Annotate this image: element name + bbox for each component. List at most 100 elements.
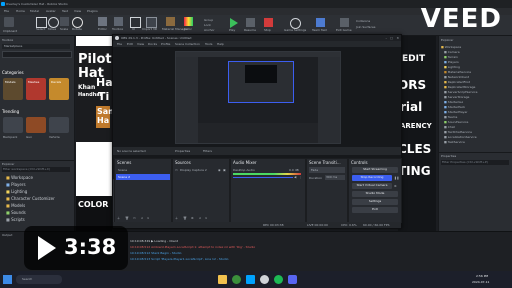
tree-item-scripts[interactable]: ■ Scripts (6, 217, 25, 222)
spotify-icon[interactable] (274, 275, 283, 284)
source-properties-button[interactable]: Properties (175, 149, 190, 153)
file-explorer-icon[interactable] (218, 275, 227, 284)
scene-up-icon[interactable]: ∧ (141, 216, 143, 220)
obs-menu-file[interactable]: File (117, 42, 122, 46)
lock-label[interactable]: Lock (204, 23, 211, 27)
settings-button[interactable]: Settings (352, 199, 398, 205)
panel-divider (439, 152, 512, 153)
tree-item-customizer[interactable]: ■ Character Customizer (6, 196, 55, 201)
speaker-icon[interactable]: ◀ (294, 175, 296, 179)
menu-avatar[interactable]: Avatar (46, 9, 56, 13)
source-down-icon[interactable]: ∨ (205, 216, 207, 220)
resume-icon[interactable] (246, 18, 255, 27)
menu-model[interactable]: Model (30, 9, 39, 13)
tree-item-models[interactable]: ■ Models (6, 203, 25, 208)
roblox-studio-icon[interactable] (246, 275, 255, 284)
menu-test[interactable]: Test (62, 9, 68, 13)
obs-menu-edit[interactable]: Edit (127, 42, 133, 46)
source-settings-icon[interactable]: ⚙ (191, 216, 194, 220)
source-filters-button[interactable]: Filters (203, 149, 212, 153)
scene-down-icon[interactable]: ∨ (147, 216, 149, 220)
obs-menu-tools[interactable]: Tools (205, 42, 212, 46)
tree-item-players[interactable]: ■ Players (6, 182, 26, 187)
obs-taskbar-icon[interactable] (260, 275, 269, 284)
add-scene-icon[interactable]: ＋ (117, 216, 120, 220)
scene-item-selected[interactable]: Scene 2 (116, 174, 170, 180)
tree-label: Sounds (11, 210, 26, 215)
taskbar-search[interactable]: Search (16, 275, 62, 284)
team-test-icon[interactable] (316, 18, 325, 27)
obs-menu-docks[interactable]: Docks (148, 42, 157, 46)
obs-menu-profile[interactable]: Profile (161, 42, 170, 46)
tree-item-lighting[interactable]: ■ Lighting (6, 189, 27, 194)
menu-file[interactable]: File (4, 9, 9, 13)
toolbox-icon[interactable] (114, 17, 123, 26)
play-icon[interactable] (38, 236, 56, 260)
source-up-icon[interactable]: ∧ (199, 216, 201, 220)
studio-viewport-right[interactable]: EDIT ORS rial ARENCY CLES TING (398, 36, 436, 231)
minimize-icon[interactable]: – (386, 36, 388, 40)
volume-slider[interactable] (233, 177, 293, 178)
play-test-icon[interactable] (230, 18, 238, 28)
source-item[interactable]: ▭ Display Capture 2 ◉ ▣ (174, 167, 228, 173)
scene-item[interactable]: Scene (116, 167, 170, 173)
category-meshes-tile[interactable]: Meshes (26, 78, 46, 100)
tree-item-workspace[interactable]: ■ Workspace (6, 175, 33, 180)
explorer-tree-item[interactable]: ■ TestService (441, 140, 511, 145)
menu-view[interactable]: View (74, 9, 81, 13)
obs-preview-canvas[interactable] (175, 51, 341, 144)
remove-scene-icon[interactable]: 🗑 (125, 216, 129, 220)
join-surfaces-label[interactable]: Join Surfaces (356, 25, 375, 29)
start-menu-icon[interactable] (3, 275, 12, 284)
collisions-label[interactable]: Collisions (356, 19, 370, 23)
browser-icon[interactable] (232, 275, 241, 284)
scale-tool-icon[interactable] (60, 17, 69, 26)
trending-tile-2[interactable] (26, 117, 46, 133)
obs-menu-scene-collection[interactable]: Scene Collection (175, 42, 200, 46)
studio-mode-button[interactable]: Studio Mode (352, 191, 398, 197)
visibility-eye-icon[interactable]: ◉ (218, 168, 221, 172)
anchor-label[interactable]: Anchor (204, 28, 215, 32)
preview-mini-output (198, 123, 318, 143)
scene-filter-icon[interactable]: ▭ (133, 216, 136, 220)
explorer-filter-input[interactable]: Filter workspace (Ctrl+Shift+X) (2, 167, 70, 172)
material-manager-icon[interactable] (166, 17, 175, 26)
terrain-editor-icon[interactable] (98, 17, 107, 26)
mixer-settings-icon[interactable]: ⋮ (299, 175, 302, 179)
obs-menu-view[interactable]: View (137, 42, 144, 46)
exit-game-icon[interactable] (340, 18, 349, 27)
category-decals-tile[interactable]: Decals (49, 78, 69, 100)
toolbox-search-input[interactable] (2, 51, 72, 58)
transition-select[interactable]: Fade (309, 167, 345, 173)
video-play-overlay[interactable]: 3:38 (24, 226, 128, 270)
group-label[interactable]: Group (204, 18, 213, 22)
color-icon[interactable] (184, 17, 193, 26)
menu-home[interactable]: Home (16, 9, 25, 13)
category-models-tile[interactable]: Models (3, 78, 23, 100)
lock-icon[interactable]: ▣ (223, 168, 226, 172)
explorer-tree-label: StarterGui (447, 100, 464, 104)
tree-item-sounds[interactable]: ■ Sounds (6, 210, 26, 215)
scenes-title: Scenes (117, 160, 132, 165)
virtual-camera-settings-icon[interactable]: ⚙ (394, 184, 397, 188)
paste-icon[interactable] (4, 17, 14, 27)
discord-icon[interactable] (288, 275, 297, 284)
pause-recording-icon[interactable]: ❚❚ (394, 176, 399, 180)
trending-tile-3[interactable] (49, 117, 69, 133)
exit-button[interactable]: Exit (352, 207, 398, 213)
marketplace-tab[interactable]: Marketplace (2, 44, 70, 49)
menu-plugins[interactable]: Plugins (87, 9, 98, 13)
add-source-icon[interactable]: ＋ (175, 216, 178, 220)
studio-viewport-left[interactable]: Pilot Hat Khan Handhai Ha Ti San Ha COLO… (76, 36, 114, 231)
stop-icon[interactable] (264, 18, 273, 27)
trending-tile-1[interactable] (3, 117, 23, 133)
properties-filter-input[interactable]: Filter Properties (Ctrl+Shift+P) (441, 160, 509, 165)
start-virtual-camera-button[interactable]: Start Virtual Camera (352, 183, 392, 189)
remove-source-icon[interactable]: 🗑 (183, 216, 187, 220)
obs-menu-help[interactable]: Help (217, 42, 224, 46)
stop-recording-button[interactable]: Stop Recording (352, 175, 392, 181)
maximize-icon[interactable]: □ (390, 36, 393, 40)
close-icon[interactable]: ✕ (396, 36, 399, 40)
start-streaming-button[interactable]: Start Streaming (352, 167, 398, 173)
duration-input[interactable]: 300 ms (325, 175, 345, 180)
